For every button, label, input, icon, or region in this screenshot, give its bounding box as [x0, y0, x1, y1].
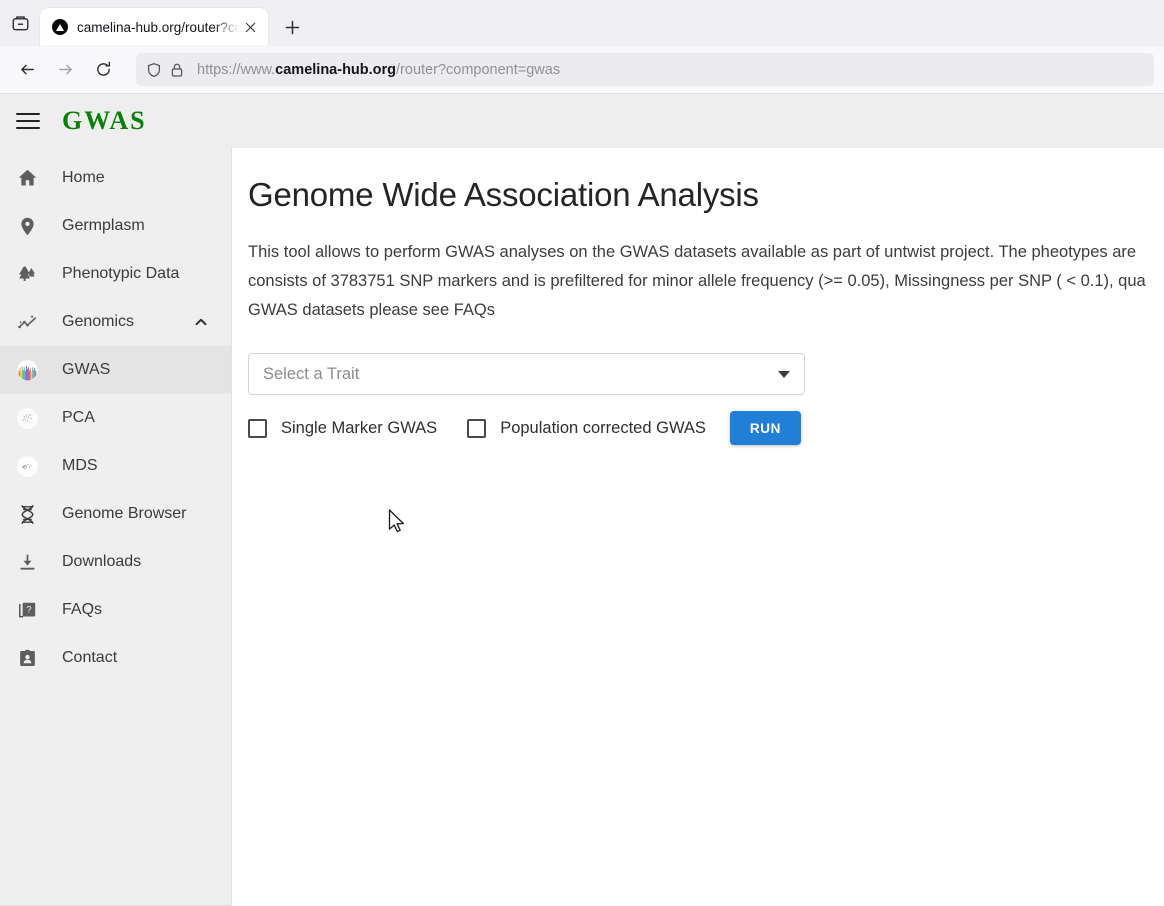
svg-text:?: ? — [26, 604, 31, 615]
close-icon[interactable] — [240, 17, 260, 37]
sidebar-item-label: Home — [62, 169, 105, 186]
dna-helix-icon — [12, 499, 42, 529]
url-host: camelina-hub.org — [275, 61, 397, 78]
intro-line-1: This tool allows to perform GWAS analyse… — [248, 243, 1137, 261]
gwas-form: Select a Trait Single Marker GWAS Popula… — [248, 353, 808, 445]
forest-trees-icon — [12, 259, 42, 289]
map-pin-icon — [12, 211, 42, 241]
checkbox-label: Single Marker GWAS — [281, 418, 438, 437]
sidebar-item-phenotypic-data[interactable]: Phenotypic Data — [0, 250, 231, 298]
back-icon[interactable] — [10, 53, 44, 87]
tab-list-button[interactable] — [0, 0, 40, 46]
sidebar-item-label: Genomics — [62, 313, 135, 330]
url-bar[interactable]: https://www.camelina-hub.org/router?comp… — [136, 53, 1154, 86]
sidebar-item-label: MDS — [62, 457, 98, 474]
browser-toolbar: https://www.camelina-hub.org/router?comp… — [0, 46, 1164, 94]
sidebar-item-label: Phenotypic Data — [62, 265, 180, 282]
sidebar-item-faqs[interactable]: ? FAQs — [0, 586, 231, 634]
url-scheme: https://www. — [197, 61, 276, 78]
new-tab-button[interactable] — [275, 10, 309, 44]
mds-plot-thumb — [12, 451, 42, 481]
sidebar-item-label: Downloads — [62, 553, 142, 570]
checkbox-label: Population corrected GWAS — [500, 418, 706, 437]
page-body: Home Germplasm Phenotypic Data Genomics … — [0, 148, 1164, 906]
page-title: Genome Wide Association Analysis — [248, 176, 759, 213]
app-header: GWAS — [0, 94, 1164, 148]
mouse-cursor — [388, 509, 405, 533]
chevron-up-icon[interactable] — [193, 314, 209, 330]
manhattan-plot-thumb — [12, 355, 42, 385]
sidebar-item-downloads[interactable]: Downloads — [0, 538, 231, 586]
sidebar-item-home[interactable]: Home — [0, 154, 231, 202]
intro-line-2: consists of 3783751 SNP markers and is p… — [248, 272, 1146, 290]
hamburger-menu-icon[interactable] — [16, 108, 42, 134]
sidebar-item-label: Genome Browser — [62, 505, 187, 522]
sidebar-item-label: PCA — [62, 409, 95, 426]
site-favicon — [52, 19, 68, 35]
tab-strip: camelina-hub.org/router?co — [0, 0, 1164, 46]
sidebar-item-genomics[interactable]: Genomics — [0, 298, 231, 346]
main-content: Genome Wide Association Analysis This to… — [232, 148, 1164, 906]
sidebar-item-mds[interactable]: MDS — [0, 442, 231, 490]
forward-icon — [48, 53, 82, 87]
intro-line-3: GWAS datasets please see FAQs — [248, 301, 496, 319]
sidebar-item-pca[interactable]: PCA — [0, 394, 231, 442]
browser-window: camelina-hub.org/router?co https://www.c… — [0, 0, 1164, 906]
run-button[interactable]: RUN — [729, 411, 801, 445]
sidebar-item-label: FAQs — [62, 601, 103, 618]
shield-icon — [146, 62, 162, 78]
single-marker-gwas-checkbox[interactable]: Single Marker GWAS — [248, 418, 438, 438]
download-icon — [12, 547, 42, 577]
trait-select-placeholder: Select a Trait — [263, 364, 360, 383]
app-brand-title: GWAS — [62, 106, 147, 135]
sidebar-item-germplasm[interactable]: Germplasm — [0, 202, 231, 250]
tab-title: camelina-hub.org/router?co — [77, 19, 240, 35]
home-icon — [12, 163, 42, 193]
contact-card-icon — [12, 643, 42, 673]
intro-paragraph: This tool allows to perform GWAS analyse… — [248, 238, 1164, 325]
sidebar-item-label: GWAS — [62, 361, 111, 378]
pca-plot-thumb — [12, 403, 42, 433]
web-page: GWAS Home Germplasm Phenotypic Data Geno… — [0, 94, 1164, 906]
chevron-down-icon[interactable] — [778, 370, 790, 378]
url-text: https://www.camelina-hub.org/router?comp… — [197, 62, 560, 78]
options-row: Single Marker GWAS Population corrected … — [248, 411, 808, 445]
browser-tab[interactable]: camelina-hub.org/router?co — [40, 8, 268, 46]
checkbox-box[interactable] — [467, 418, 487, 438]
population-corrected-gwas-checkbox[interactable]: Population corrected GWAS — [467, 418, 706, 438]
checkbox-box[interactable] — [248, 418, 267, 438]
sidebar-item-label: Germplasm — [62, 217, 145, 234]
url-path: /router?component=gwas — [396, 61, 561, 78]
sidebar-item-label: Contact — [62, 649, 118, 666]
reload-icon[interactable] — [86, 53, 120, 87]
sidebar-item-genome-browser[interactable]: Genome Browser — [0, 490, 231, 538]
sidebar-item-contact[interactable]: Contact — [0, 634, 231, 682]
chart-sparkle-icon — [12, 307, 42, 337]
lock-icon — [169, 62, 185, 78]
sidebar-nav: Home Germplasm Phenotypic Data Genomics … — [0, 148, 232, 906]
question-pages-icon: ? — [12, 595, 42, 625]
sidebar-item-gwas[interactable]: GWAS — [0, 346, 231, 394]
trait-select[interactable]: Select a Trait — [248, 353, 805, 395]
